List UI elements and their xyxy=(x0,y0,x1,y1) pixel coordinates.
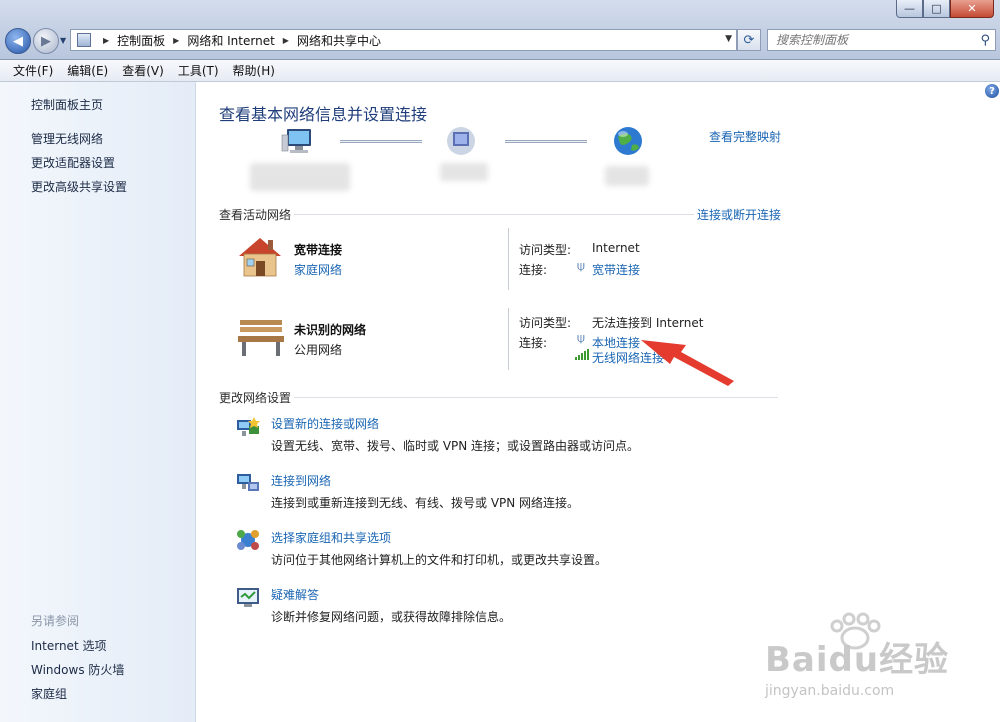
computer-icon xyxy=(281,129,311,153)
see-full-map-link[interactable]: 查看完整映射 xyxy=(709,128,781,145)
home-network-icon xyxy=(239,238,281,277)
connect-to-network-icon xyxy=(237,474,259,491)
connections-label: 连接: xyxy=(519,336,548,350)
breadcrumb-separator-icon[interactable]: ▶ xyxy=(103,36,109,45)
breadcrumb-network-sharing-center[interactable]: 网络和共享中心 xyxy=(297,32,381,49)
page-title: 查看基本网络信息并设置连接 xyxy=(219,105,428,124)
help-icon[interactable]: ? xyxy=(985,84,999,98)
connect-disconnect-link[interactable]: 连接或断开连接 xyxy=(697,206,781,223)
network-type: 公用网络 xyxy=(294,343,343,357)
redacted-internet-label xyxy=(605,166,649,186)
wireless-signal-icon xyxy=(575,349,589,360)
watermark-brand-cn: 经验 xyxy=(879,640,950,680)
watermark-brand: Baidu经验 xyxy=(765,632,949,681)
map-link-line xyxy=(340,140,422,143)
address-bar[interactable]: ▶ 控制面板 ▶ 网络和 Internet ▶ 网络和共享中心 ▼ xyxy=(70,29,737,51)
forward-arrow-icon: ▶ xyxy=(41,33,51,49)
access-type-value: 无法连接到 Internet xyxy=(592,316,704,330)
search-box[interactable]: ⚲ xyxy=(767,29,996,51)
map-link-line xyxy=(505,140,587,143)
window-controls: — □ ✕ xyxy=(896,0,994,18)
refresh-icon: ⟳ xyxy=(743,32,755,48)
network-icon xyxy=(447,127,475,155)
connection-link-wireless[interactable]: 无线网络连接 xyxy=(592,349,664,366)
internet-globe-icon xyxy=(614,127,642,155)
task-troubleshoot-link[interactable]: 疑难解答 xyxy=(271,586,319,603)
network-divider xyxy=(508,228,509,290)
redacted-network-name xyxy=(440,163,488,181)
sidebar-item-manage-wireless[interactable]: 管理无线网络 xyxy=(31,130,103,147)
connection-link-broadband[interactable]: 宽带连接 xyxy=(592,261,640,278)
sidebar-item-homegroup[interactable]: 家庭组 xyxy=(31,685,67,702)
sidebar-item-internet-options[interactable]: Internet 选项 xyxy=(31,637,106,654)
search-input[interactable] xyxy=(776,33,976,47)
ethernet-connection-icon: ⍦ xyxy=(577,331,585,346)
connections-label: 连接: xyxy=(519,263,548,277)
menu-edit[interactable]: 编辑(E) xyxy=(67,62,108,79)
watermark-brand-bai: Bai xyxy=(765,640,829,680)
sidebar-control-panel-home[interactable]: 控制面板主页 xyxy=(31,96,103,113)
sidebar: 控制面板主页 管理无线网络 更改适配器设置 更改高级共享设置 另请参阅 Inte… xyxy=(0,82,196,722)
sidebar-item-windows-firewall[interactable]: Windows 防火墙 xyxy=(31,661,124,678)
dialup-connection-icon: ⍦ xyxy=(577,259,585,274)
refresh-button[interactable]: ⟳ xyxy=(737,29,761,51)
watermark-brand-du: du xyxy=(828,640,880,680)
control-panel-icon xyxy=(77,33,91,47)
forward-button[interactable]: ▶ xyxy=(33,28,59,54)
menu-file[interactable]: 文件(F) xyxy=(13,62,53,79)
menu-bar: 文件(F) 编辑(E) 查看(V) 工具(T) 帮助(H) xyxy=(0,60,1000,82)
back-button[interactable]: ◀ xyxy=(5,28,31,54)
menu-view[interactable]: 查看(V) xyxy=(122,62,164,79)
network-name: 未识别的网络 xyxy=(294,323,367,337)
redacted-computer-name xyxy=(250,163,350,191)
section-divider xyxy=(294,214,694,215)
new-connection-icon xyxy=(237,417,260,436)
troubleshoot-icon xyxy=(237,588,259,607)
back-arrow-icon: ◀ xyxy=(13,33,23,49)
task-setup-connection-link[interactable]: 设置新的连接或网络 xyxy=(271,415,379,432)
address-dropdown-icon[interactable]: ▼ xyxy=(725,34,732,44)
network-type-link[interactable]: 家庭网络 xyxy=(294,261,342,278)
watermark-url: jingyan.baidu.com xyxy=(765,683,895,699)
maximize-button[interactable]: □ xyxy=(923,0,950,18)
breadcrumb-separator-icon[interactable]: ▶ xyxy=(283,36,289,45)
task-description: 设置无线、宽带、拨号、临时或 VPN 连接；或设置路由器或访问点。 xyxy=(271,439,640,453)
task-connect-network-link[interactable]: 连接到网络 xyxy=(271,472,331,489)
breadcrumb-network-internet[interactable]: 网络和 Internet xyxy=(187,32,274,49)
close-button[interactable]: ✕ xyxy=(950,0,994,18)
section-divider xyxy=(294,397,778,398)
task-description: 连接到或重新连接到无线、有线、拨号或 VPN 网络连接。 xyxy=(271,496,580,510)
recent-pages-dropdown-icon[interactable]: ▼ xyxy=(60,36,66,45)
search-icon[interactable]: ⚲ xyxy=(980,33,990,48)
task-homegroup-link[interactable]: 选择家庭组和共享选项 xyxy=(271,529,391,546)
network-name: 宽带连接 xyxy=(294,243,343,257)
access-type-label: 访问类型: xyxy=(519,316,572,330)
minimize-button[interactable]: — xyxy=(896,0,923,18)
menu-help[interactable]: 帮助(H) xyxy=(233,62,275,79)
see-also-caption: 另请参阅 xyxy=(31,614,80,628)
public-network-bench-icon xyxy=(238,320,284,356)
sidebar-item-adapter-settings[interactable]: 更改适配器设置 xyxy=(31,154,115,171)
task-description: 访问位于其他网络计算机上的文件和打印机，或更改共享设置。 xyxy=(271,553,608,567)
sidebar-item-advanced-sharing[interactable]: 更改高级共享设置 xyxy=(31,178,127,195)
menu-tools[interactable]: 工具(T) xyxy=(178,62,219,79)
breadcrumb-separator-icon[interactable]: ▶ xyxy=(173,36,179,45)
network-divider xyxy=(508,308,509,370)
change-settings-header: 更改网络设置 xyxy=(219,391,292,405)
access-type-value: Internet xyxy=(592,241,640,255)
breadcrumb-control-panel[interactable]: 控制面板 xyxy=(117,32,165,49)
access-type-label: 访问类型: xyxy=(519,243,572,257)
active-networks-header: 查看活动网络 xyxy=(219,208,292,222)
task-description: 诊断并修复网络问题，或获得故障排除信息。 xyxy=(271,610,512,624)
homegroup-sharing-icon xyxy=(237,530,259,550)
